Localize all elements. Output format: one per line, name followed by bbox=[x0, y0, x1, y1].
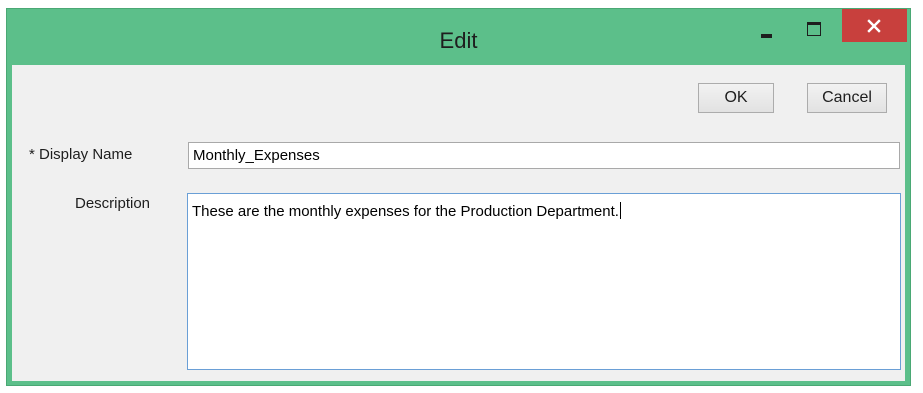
title-bar[interactable]: Edit bbox=[7, 9, 910, 65]
display-name-label: * Display Name bbox=[29, 146, 133, 163]
minimize-icon bbox=[761, 34, 772, 38]
maximize-icon bbox=[807, 22, 821, 36]
minimize-button[interactable] bbox=[745, 9, 789, 42]
display-name-field[interactable]: Monthly_Expenses bbox=[188, 142, 900, 169]
ok-button[interactable]: OK bbox=[698, 83, 774, 113]
close-button[interactable] bbox=[842, 9, 907, 42]
edit-dialog-window: Edit OK Cancel * Display Name Monthly_Ex… bbox=[6, 8, 911, 386]
description-label: Description bbox=[75, 195, 151, 212]
text-caret bbox=[619, 202, 621, 219]
maximize-button[interactable] bbox=[792, 9, 837, 42]
cancel-button[interactable]: Cancel bbox=[807, 83, 887, 113]
description-text: These are the monthly expenses for the P… bbox=[192, 203, 619, 220]
close-icon bbox=[867, 19, 881, 33]
dialog-body: OK Cancel * Display Name Monthly_Expense… bbox=[12, 65, 905, 381]
description-textarea[interactable]: These are the monthly expenses for the P… bbox=[187, 193, 901, 370]
